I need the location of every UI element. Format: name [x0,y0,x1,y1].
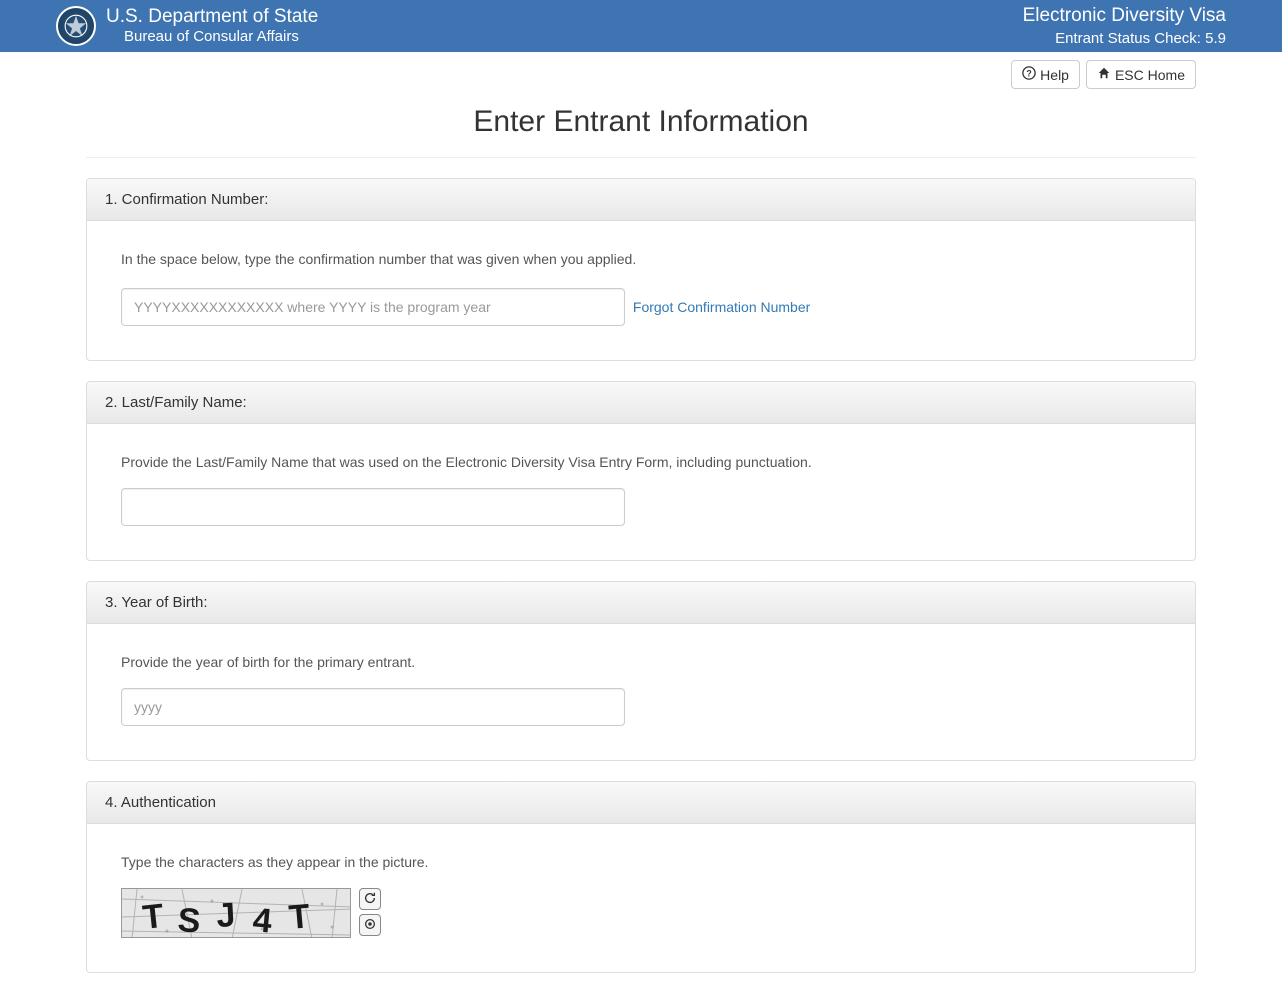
panel-heading-1: 1. Confirmation Number: [87,179,1195,221]
svg-text:T: T [287,897,311,937]
state-department-seal-icon [56,6,96,46]
confirmation-number-input[interactable] [121,288,625,326]
top-button-row: ? Help ESC Home [86,52,1196,93]
section2-desc: Provide the Last/Family Name that was us… [121,454,1161,470]
refresh-icon [363,891,377,908]
help-button[interactable]: ? Help [1011,60,1080,89]
header-right: Electronic Diversity Visa Entrant Status… [1023,4,1226,48]
home-icon [1097,66,1111,83]
year-of-birth-input[interactable] [121,688,625,726]
header-title: U.S. Department of State [106,6,318,29]
svg-text:?: ? [1026,69,1031,79]
svg-text:4: 4 [251,901,273,938]
panel-heading-3: 3. Year of Birth: [87,582,1195,624]
panel-confirmation-number: 1. Confirmation Number: In the space bel… [86,178,1196,361]
esc-home-button[interactable]: ESC Home [1086,60,1196,89]
header-subtitle: Bureau of Consular Affairs [124,28,318,46]
captcha-refresh-button[interactable] [359,888,381,910]
header-right-title: Electronic Diversity Visa [1023,4,1226,29]
panel-heading-4: 4. Authentication [87,782,1195,824]
help-icon: ? [1022,66,1036,83]
header-right-subtitle: Entrant Status Check: 5.9 [1023,29,1226,49]
captcha-image: T S J 4 T [121,888,351,938]
title-divider [86,157,1196,158]
svg-text:S: S [176,901,201,938]
captcha-audio-button[interactable] [359,914,381,936]
audio-icon [363,917,377,934]
page-title: Enter Entrant Information [86,105,1196,139]
section4-desc: Type the characters as they appear in th… [121,854,1161,870]
esc-home-button-label: ESC Home [1115,67,1185,83]
header-left: U.S. Department of State Bureau of Consu… [56,6,318,47]
panel-heading-2: 2. Last/Family Name: [87,382,1195,424]
header-bar: U.S. Department of State Bureau of Consu… [0,0,1282,52]
svg-text:T: T [141,897,166,937]
section1-desc: In the space below, type the confirmatio… [121,251,1161,267]
panel-year-of-birth: 3. Year of Birth: Provide the year of bi… [86,581,1196,761]
panel-authentication: 4. Authentication Type the characters as… [86,781,1196,973]
svg-text:J: J [215,896,236,935]
help-button-label: Help [1040,67,1069,83]
last-name-input[interactable] [121,488,625,526]
forgot-confirmation-link[interactable]: Forgot Confirmation Number [633,299,810,315]
panel-last-name: 2. Last/Family Name: Provide the Last/Fa… [86,381,1196,561]
section3-desc: Provide the year of birth for the primar… [121,654,1161,670]
